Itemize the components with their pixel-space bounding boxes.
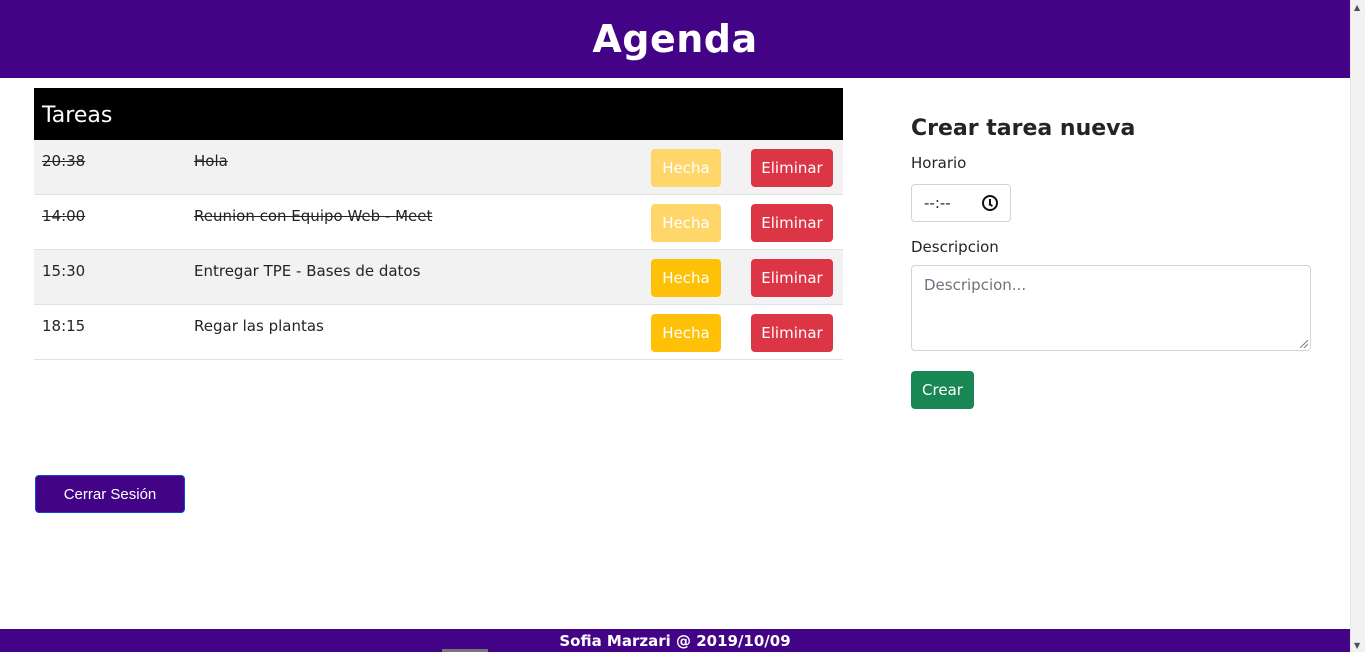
time-input-value: --:-- (924, 194, 951, 212)
task-time: 20:38 (42, 152, 86, 170)
task-description: Hola (194, 152, 228, 170)
delete-button[interactable]: Eliminar (751, 149, 833, 187)
task-row: 18:15 Regar las plantas Hecha Eliminar (34, 305, 843, 360)
page-footer: Sofia Marzari @ 2019/10/09 (0, 629, 1350, 652)
logout-button[interactable]: Cerrar Sesión (35, 475, 185, 513)
task-description: Reunion con Equipo Web - Meet (194, 207, 433, 225)
description-placeholder: Descripcion... (924, 276, 1027, 294)
mark-done-button[interactable]: Hecha (651, 314, 721, 352)
mark-done-button[interactable]: Hecha (651, 149, 721, 187)
task-description: Entregar TPE - Bases de datos (194, 262, 421, 280)
scroll-up-icon[interactable]: ▲ (1354, 3, 1360, 12)
vertical-scrollbar[interactable]: ▲ ▼ (1350, 0, 1365, 652)
page-header: Agenda (0, 0, 1350, 78)
form-title: Crear tarea nueva (911, 116, 1136, 141)
tasks-table: Tareas 20:38 Hola Hecha Eliminar 14:00 R… (34, 88, 843, 360)
description-label: Descripcion (911, 238, 999, 256)
task-time: 18:15 (42, 317, 86, 335)
clock-icon[interactable] (982, 195, 998, 211)
task-row: 20:38 Hola Hecha Eliminar (34, 140, 843, 195)
delete-button[interactable]: Eliminar (751, 204, 833, 242)
description-textarea[interactable]: Descripcion... (911, 265, 1311, 351)
task-description: Regar las plantas (194, 317, 324, 335)
page-title: Agenda (592, 17, 758, 61)
mark-done-button[interactable]: Hecha (651, 204, 721, 242)
task-time: 15:30 (42, 262, 86, 280)
time-input[interactable]: --:-- (911, 184, 1011, 222)
task-row: 14:00 Reunion con Equipo Web - Meet Hech… (34, 195, 843, 250)
delete-button[interactable]: Eliminar (751, 259, 833, 297)
footer-text: Sofia Marzari @ 2019/10/09 (559, 631, 791, 650)
new-task-form: Crear tarea nueva Horario --:-- Descripc… (911, 114, 1311, 409)
delete-button[interactable]: Eliminar (751, 314, 833, 352)
scroll-down-icon[interactable]: ▼ (1354, 641, 1360, 650)
task-time: 14:00 (42, 207, 86, 225)
mark-done-button[interactable]: Hecha (651, 259, 721, 297)
tasks-heading: Tareas (34, 88, 843, 140)
time-label: Horario (911, 154, 967, 172)
resize-handle-icon[interactable] (1300, 340, 1308, 348)
create-button[interactable]: Crear (911, 371, 974, 409)
task-row: 15:30 Entregar TPE - Bases de datos Hech… (34, 250, 843, 305)
